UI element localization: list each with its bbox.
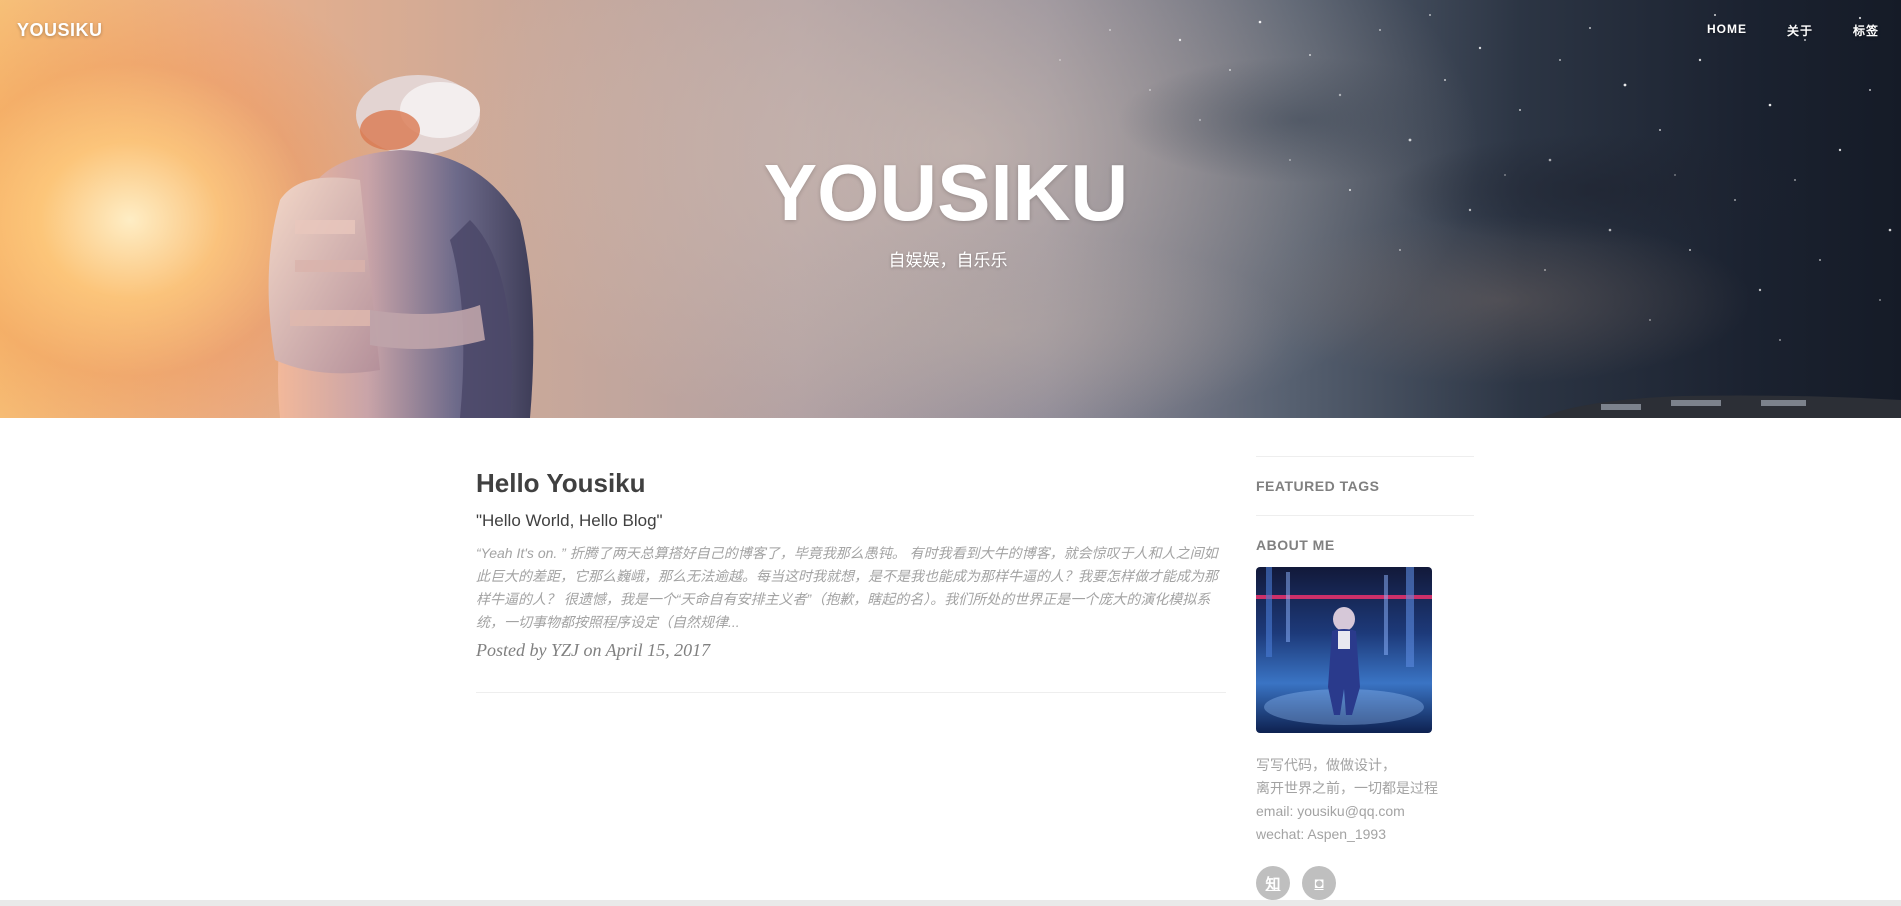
about-line: 写写代码，做做设计， xyxy=(1256,757,1396,773)
avatar xyxy=(1256,567,1432,733)
horizontal-scrollbar[interactable] xyxy=(0,900,1901,906)
post-subtitle[interactable]: "Hello World, Hello Blog" xyxy=(476,510,1226,532)
social-links: 知 ◘ xyxy=(1256,866,1474,900)
about-email: email: yousiku@qq.com xyxy=(1256,803,1405,819)
sidebar: FEATURED TAGS ABOUT ME 写写代码，做做设计， 离开世界之前… xyxy=(1256,456,1474,900)
nav-about-link[interactable]: 关于 xyxy=(1747,22,1813,39)
post-preview: Hello Yousiku "Hello World, Hello Blog" … xyxy=(476,466,1226,662)
about-me-heading: ABOUT ME xyxy=(1256,537,1335,553)
about-me-text: 写写代码，做做设计， 离开世界之前，一切都是过程 email: yousiku@… xyxy=(1256,754,1474,846)
astronaut-illustration xyxy=(268,75,534,418)
spaceship-illustration xyxy=(1541,395,1901,418)
post-excerpt[interactable]: “Yeah It's on. ” 折腾了两天总算搭好自己的博客了，毕竟我那么愚钝… xyxy=(476,542,1226,634)
site-title: YOUSIKU xyxy=(763,148,1129,237)
sidebar-divider xyxy=(1256,456,1474,457)
nav-home-link[interactable]: HOME xyxy=(1667,22,1747,39)
top-navigation: HOME 关于 标签 xyxy=(1667,22,1879,39)
sidebar-divider xyxy=(1256,515,1474,516)
post-title-link[interactable]: Hello Yousiku xyxy=(476,466,1226,500)
hero-banner: YOUSIKU HOME 关于 标签 YOUSIKU 自娱娱，自乐乐 xyxy=(0,0,1901,418)
post-meta: Posted by YZJ on April 15, 2017 xyxy=(476,640,711,660)
about-wechat: wechat: Aspen_1993 xyxy=(1256,826,1386,842)
site-brand-link[interactable]: YOUSIKU xyxy=(17,20,103,41)
featured-tags-heading: FEATURED TAGS xyxy=(1256,478,1380,494)
about-line: 离开世界之前，一切都是过程 xyxy=(1256,780,1438,796)
avatar-image xyxy=(1256,567,1432,733)
nav-tags-link[interactable]: 标签 xyxy=(1813,22,1879,39)
zhihu-icon[interactable]: 知 xyxy=(1256,866,1290,900)
post-divider xyxy=(476,692,1226,693)
site-subtitle: 自娱娱，自乐乐 xyxy=(888,251,1008,270)
github-icon[interactable]: ◘ xyxy=(1302,866,1336,900)
